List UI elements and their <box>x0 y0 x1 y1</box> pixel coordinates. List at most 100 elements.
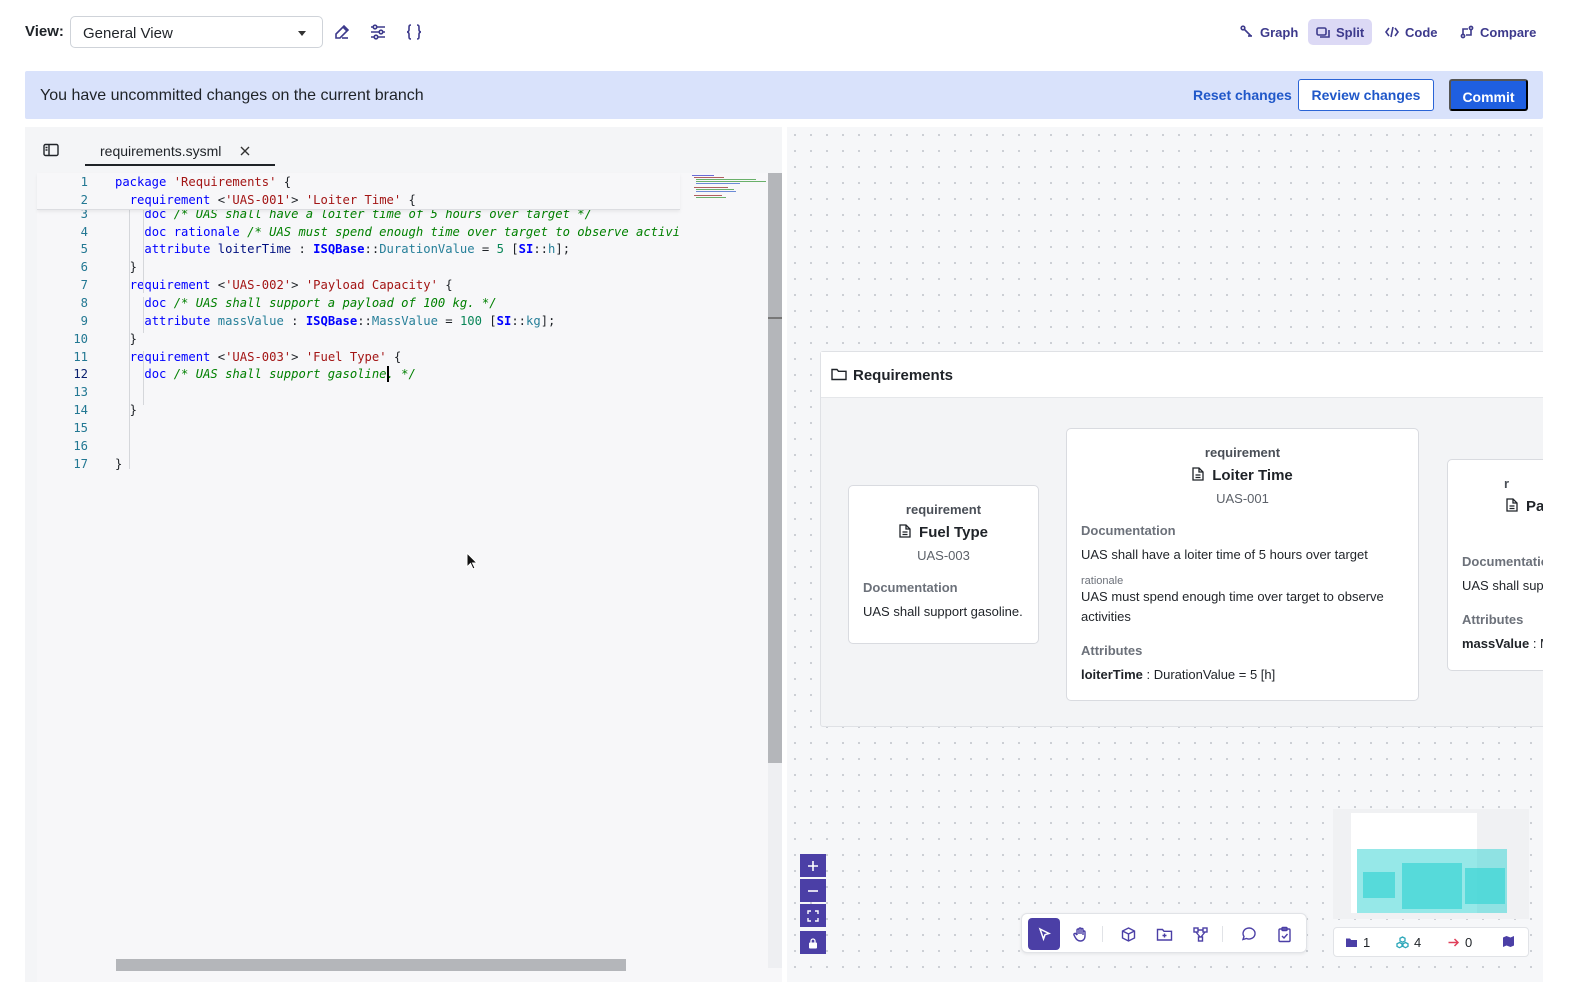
line-number: 8 <box>80 295 88 310</box>
line-number: 2 <box>80 193 88 207</box>
view-select[interactable]: General View <box>70 16 323 48</box>
view-select-value: General View <box>83 25 173 42</box>
view-filters-button[interactable] <box>366 20 390 44</box>
uncommitted-changes-banner: You have uncommitted changes on the curr… <box>25 71 1543 119</box>
code-line[interactable]: 14 } <box>37 401 680 419</box>
code-line[interactable]: 5 attribute loiterTime : ISQBase::Durati… <box>37 240 680 258</box>
folder-icon <box>1346 938 1357 947</box>
cube-icon <box>1121 926 1135 942</box>
code-line[interactable]: 16 <box>37 437 680 455</box>
sidebar-toggle-icon[interactable] <box>43 143 59 157</box>
package-header: Requirements <box>821 352 1543 398</box>
code-icon <box>1385 26 1399 38</box>
line-number: 13 <box>73 385 88 400</box>
toolbar-divider <box>1222 926 1223 942</box>
requirement-card-fuel-type[interactable]: requirement Fuel Type UAS-003 Documentat… <box>848 485 1039 644</box>
code-minimap[interactable] <box>692 173 767 203</box>
code-line[interactable]: 17} <box>37 455 680 473</box>
line-text: doc /* UAS shall support gasoline. */ <box>144 367 416 382</box>
package-node[interactable]: Requirements requirement Fuel Type UAS-0… <box>820 351 1543 727</box>
line-number: 15 <box>73 420 88 435</box>
sliders-icon <box>371 24 385 40</box>
line-number: 6 <box>80 260 88 275</box>
text-caret <box>387 366 389 383</box>
card-kind: r <box>1504 476 1510 491</box>
editor-tab-bar: requirements.sysml <box>25 127 782 173</box>
requirement-card-payload-capacity[interactable]: r Pa Documentatio UAS shall supp Attribu… <box>1447 459 1543 671</box>
code-line[interactable]: 6 } <box>37 258 680 276</box>
code-line[interactable]: 15 <box>37 419 680 437</box>
add-comment-button[interactable] <box>1232 918 1264 950</box>
zoom-in-button[interactable] <box>800 854 826 877</box>
fit-view-icon <box>807 909 819 922</box>
code-line[interactable]: 8 doc /* UAS shall support a payload of … <box>37 294 680 312</box>
graph-canvas[interactable]: Requirements requirement Fuel Type UAS-0… <box>787 127 1543 982</box>
view-source-button[interactable] <box>402 20 426 44</box>
edit-view-button[interactable] <box>330 20 354 44</box>
code-line[interactable]: 4 doc rationale /* UAS must spend enough… <box>37 223 680 241</box>
add-relationship-button[interactable] <box>1184 918 1216 950</box>
line-text: requirement <'UAS-003'> 'Fuel Type' { <box>129 349 402 364</box>
code-line[interactable]: 7 requirement <'UAS-002'> 'Payload Capac… <box>37 276 680 294</box>
close-icon[interactable] <box>238 144 252 158</box>
line-number: 11 <box>73 349 88 364</box>
mode-code-button[interactable]: Code <box>1377 19 1446 45</box>
add-element-button[interactable] <box>1112 918 1144 950</box>
requirement-card-loiter-time[interactable]: requirement Loiter Time UAS-001 Document… <box>1066 428 1419 701</box>
horizontal-scrollbar-thumb[interactable] <box>116 959 626 971</box>
add-requirement-button[interactable] <box>1268 918 1300 950</box>
select-tool-button[interactable] <box>1028 918 1060 950</box>
indent-guide <box>129 209 130 469</box>
line-number: 16 <box>73 438 88 453</box>
card-name: Fuel Type <box>849 524 1038 541</box>
lock-button[interactable] <box>800 931 826 954</box>
code-line[interactable]: 10 } <box>37 330 680 348</box>
code-line[interactable]: 2 requirement <'UAS-001'> 'Loiter Time' … <box>37 191 680 209</box>
view-label: View: <box>25 23 64 40</box>
minimap-overview[interactable] <box>1333 809 1529 919</box>
document-icon <box>1192 467 1204 481</box>
code-editor-pane: requirements.sysml 3 doc /* UAS shall ha… <box>25 127 782 982</box>
zoom-out-button[interactable] <box>800 879 826 902</box>
code-line[interactable]: 1 package 'Requirements' { <box>37 173 680 191</box>
mode-compare-button[interactable]: Compare <box>1452 19 1544 45</box>
pan-tool-button[interactable] <box>1064 918 1096 950</box>
banner-message: You have uncommitted changes on the curr… <box>40 87 424 104</box>
line-number: 1 <box>80 175 88 189</box>
add-package-button[interactable] <box>1148 918 1180 950</box>
card-name: Pa <box>1506 498 1543 515</box>
clipboard-check-icon <box>1277 926 1291 942</box>
mode-graph-button[interactable]: Graph <box>1232 19 1306 45</box>
mode-compare-label: Compare <box>1480 24 1537 40</box>
mode-graph-label: Graph <box>1260 24 1299 40</box>
mode-code-label: Code <box>1405 24 1438 40</box>
package-count: 1 <box>1345 935 1370 950</box>
map-toggle[interactable] <box>1502 935 1515 948</box>
fit-view-button[interactable] <box>800 904 826 927</box>
rationale-label: rationale <box>1081 575 1124 587</box>
line-number: 5 <box>80 242 88 257</box>
attributes-heading: Attributes <box>1081 643 1143 658</box>
code-line[interactable]: 13 <box>37 383 680 401</box>
folder-plus-icon <box>1156 928 1172 941</box>
file-tab-name: requirements.sysml <box>100 143 222 159</box>
commit-button[interactable]: Commit <box>1449 79 1528 111</box>
code-line[interactable]: 11 requirement <'UAS-003'> 'Fuel Type' { <box>37 348 680 366</box>
line-text: package 'Requirements' { <box>115 175 292 189</box>
file-tab[interactable]: requirements.sysml <box>85 134 275 166</box>
review-changes-button[interactable]: Review changes <box>1298 79 1434 111</box>
braces-icon <box>406 24 422 40</box>
code-line[interactable]: 12 doc /* UAS shall support gasoline. */ <box>37 365 680 383</box>
hand-icon <box>1072 926 1086 942</box>
plus-icon <box>808 860 818 871</box>
line-text: doc rationale /* UAS must spend enough t… <box>144 224 680 239</box>
canvas-toolbar <box>1021 913 1307 953</box>
vertical-scrollbar-thumb[interactable] <box>768 173 782 763</box>
mouse-pointer-icon <box>466 552 478 570</box>
mode-split-button[interactable]: Split <box>1308 19 1373 45</box>
mode-split-label: Split <box>1336 24 1365 40</box>
code-line[interactable]: 9 attribute massValue : ISQBase::MassVal… <box>37 312 680 330</box>
code-editor[interactable]: 3 doc /* UAS shall have a loiter time of… <box>37 173 782 982</box>
reset-changes-button[interactable]: Reset changes <box>1183 79 1302 111</box>
card-id: UAS-003 <box>917 548 970 563</box>
